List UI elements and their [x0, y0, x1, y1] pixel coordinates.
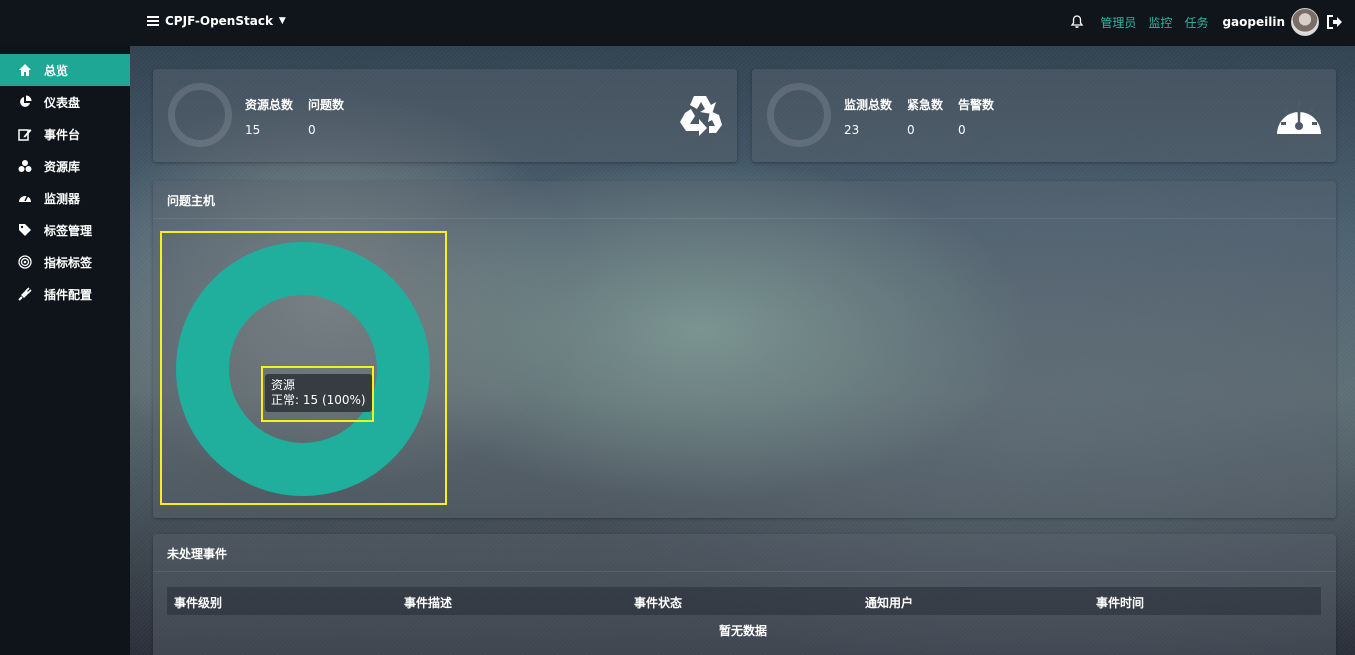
events-table-header: 事件级别 事件描述 事件状态 通知用户 事件时间 — [167, 587, 1321, 615]
monitor-total-stat: 监测总数 23 — [844, 96, 892, 137]
project-name: CPJF-OpenStack — [165, 14, 273, 28]
sidebar-item-monitors[interactable]: 监测器 — [0, 182, 130, 214]
logout-icon[interactable] — [1327, 15, 1343, 29]
pending-events-panel: 未处理事件 事件级别 事件描述 事件状态 通知用户 事件时间 暂无数据 — [153, 534, 1336, 655]
alarm-count-label: 告警数 — [958, 98, 995, 112]
monitor-link[interactable]: 监控 — [1148, 14, 1172, 31]
issue-count-label: 问题数 — [308, 98, 345, 112]
home-icon — [19, 64, 31, 76]
gauge-icon — [1277, 101, 1321, 134]
sidebar-item-label: 仪表盘 — [44, 95, 81, 110]
problem-hosts-title: 问题主机 — [167, 194, 216, 208]
resource-total-label: 资源总数 — [245, 98, 294, 112]
sidebar-item-label: 指标标签 — [44, 255, 93, 270]
monitor-ring — [767, 83, 831, 147]
bell-icon[interactable] — [1070, 15, 1084, 29]
urgent-count-label: 紧急数 — [907, 98, 944, 112]
monitor-total-label: 监测总数 — [844, 98, 893, 112]
tags-icon — [19, 224, 31, 236]
edit-icon — [18, 129, 32, 141]
sidebar-item-label: 插件配置 — [44, 287, 93, 302]
problem-hosts-panel: 问题主机 资源 正常: 15 (100%) — [153, 181, 1336, 518]
avatar[interactable] — [1291, 8, 1319, 36]
resource-summary-card: 资源总数 15 问题数 0 — [153, 69, 737, 162]
dashboard-icon — [19, 195, 31, 202]
alarm-count-stat: 告警数 0 — [958, 96, 994, 137]
sidebar-item-plugin-config[interactable]: 插件配置 — [0, 278, 130, 310]
plug-icon — [18, 287, 32, 301]
column-header-time[interactable]: 事件时间 — [1096, 594, 1144, 611]
panel-divider — [153, 571, 1336, 572]
column-header-description[interactable]: 事件描述 — [404, 594, 452, 611]
project-switcher[interactable]: CPJF-OpenStack ▼ — [147, 14, 286, 28]
sidebar-item-overview[interactable]: 总览 — [0, 54, 130, 86]
sidebar: 总览 仪表盘 事件台 资源库 监测器 标签管理 指标标签 插件配置 — [0, 46, 130, 655]
tooltip-highlight-box — [261, 366, 374, 422]
issue-count-stat: 问题数 0 — [308, 96, 344, 137]
sidebar-item-label: 资源库 — [44, 159, 81, 174]
issue-count-value: 0 — [308, 123, 316, 137]
sidebar-item-tag-management[interactable]: 标签管理 — [0, 214, 130, 246]
caret-down-icon: ▼ — [278, 16, 286, 26]
list-icon — [147, 16, 159, 26]
panel-divider — [153, 218, 1336, 219]
sidebar-item-label: 监测器 — [44, 191, 81, 206]
empty-table-message: 暂无数据 — [719, 624, 768, 638]
pie-chart-icon — [20, 95, 32, 107]
column-header-notified-user[interactable]: 通知用户 — [865, 594, 913, 611]
pending-events-title: 未处理事件 — [167, 547, 228, 561]
resource-total-stat: 资源总数 15 — [245, 96, 293, 137]
resource-total-value: 15 — [245, 123, 261, 137]
urgent-count-stat: 紧急数 0 — [907, 96, 943, 137]
top-navbar: CPJF-OpenStack ▼ 管理员 监控 任务 gaopeilin — [0, 0, 1355, 46]
sidebar-item-label: 总览 — [44, 63, 69, 78]
sidebar-item-label: 标签管理 — [44, 223, 93, 238]
monitor-total-value: 23 — [844, 123, 860, 137]
sidebar-item-label: 事件台 — [44, 127, 81, 142]
sidebar-item-events[interactable]: 事件台 — [0, 118, 130, 150]
target-icon — [18, 255, 32, 269]
top-right-menu: 管理员 监控 任务 gaopeilin — [1070, 6, 1343, 38]
monitor-summary-card: 监测总数 23 紧急数 0 告警数 0 — [752, 69, 1336, 162]
alarm-count-value: 0 — [958, 123, 966, 137]
cubes-icon — [18, 160, 32, 172]
recycle-icon — [680, 96, 722, 136]
sidebar-item-dashboard[interactable]: 仪表盘 — [0, 86, 130, 118]
urgent-count-value: 0 — [907, 123, 915, 137]
column-header-status[interactable]: 事件状态 — [634, 594, 682, 611]
admin-link[interactable]: 管理员 — [1100, 14, 1136, 31]
column-header-level[interactable]: 事件级别 — [174, 594, 222, 611]
sidebar-item-resources[interactable]: 资源库 — [0, 150, 130, 182]
task-link[interactable]: 任务 — [1184, 14, 1208, 31]
username[interactable]: gaopeilin — [1222, 15, 1285, 29]
sidebar-item-metric-tags[interactable]: 指标标签 — [0, 246, 130, 278]
resource-ring — [168, 83, 232, 147]
